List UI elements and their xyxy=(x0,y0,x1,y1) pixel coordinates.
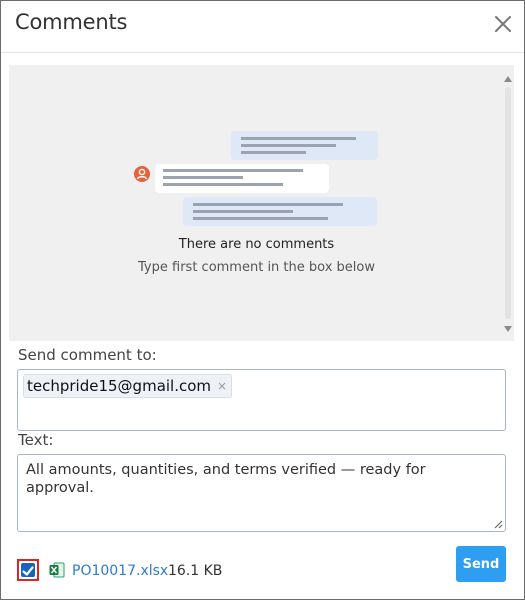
remove-recipient-icon[interactable]: × xyxy=(217,379,227,393)
recipients-input[interactable]: techpride15@gmail.com × xyxy=(17,369,506,431)
text-label: Text: xyxy=(18,431,54,449)
comment-text: All amounts, quantities, and terms verif… xyxy=(26,462,426,496)
attachment-row: PO10017.xlsx 16.1 KB xyxy=(17,559,437,583)
send-button[interactable]: Send xyxy=(456,546,506,582)
recipient-email: techpride15@gmail.com xyxy=(27,377,212,395)
comments-dialog: Comments There are no comments Type firs xyxy=(0,0,525,600)
send-to-label: Send comment to: xyxy=(18,346,157,364)
dialog-header: Comments xyxy=(1,1,524,53)
resize-handle-icon[interactable] xyxy=(494,520,503,529)
attachment-file-link[interactable]: PO10017.xlsx xyxy=(72,563,168,579)
close-icon[interactable] xyxy=(492,13,514,35)
scroll-up-icon[interactable] xyxy=(503,75,513,83)
comments-list[interactable]: There are no comments Type first comment… xyxy=(9,65,514,341)
chat-bubbles-illustration xyxy=(155,131,378,226)
dialog-title: Comments xyxy=(15,10,128,34)
scroll-down-icon[interactable] xyxy=(503,325,513,333)
comment-textarea[interactable]: All amounts, quantities, and terms verif… xyxy=(17,454,506,532)
scrollbar-thumb[interactable] xyxy=(505,87,511,319)
empty-state-subtitle: Type first comment in the box below xyxy=(138,260,375,275)
recipient-chip[interactable]: techpride15@gmail.com × xyxy=(23,374,233,398)
checkbox-check-icon xyxy=(21,563,35,577)
attachment-checkbox[interactable] xyxy=(17,559,39,581)
attachment-file-size: 16.1 KB xyxy=(168,563,223,579)
avatar-icon xyxy=(134,166,150,182)
empty-state-title: There are no comments xyxy=(178,237,335,252)
excel-icon xyxy=(49,562,65,578)
